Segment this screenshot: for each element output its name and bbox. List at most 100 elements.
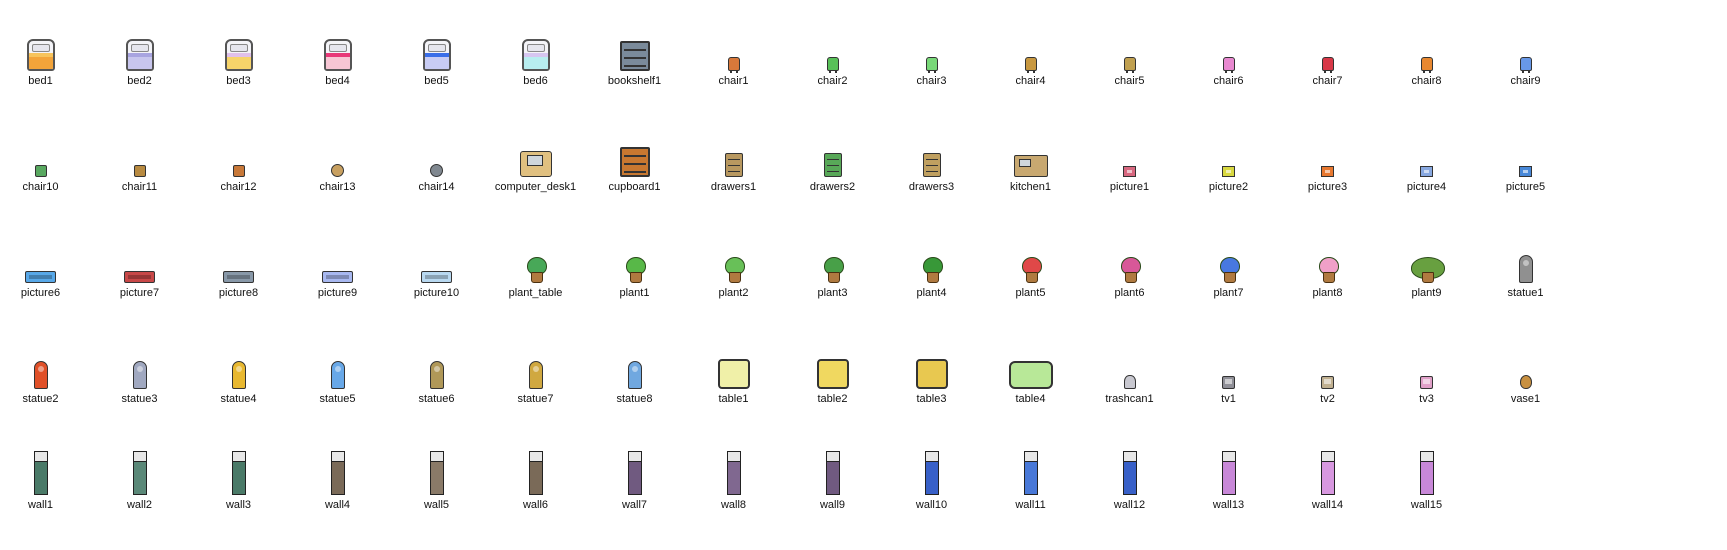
file-item[interactable]: plant8 (1273, 220, 1382, 300)
file-item[interactable]: statue5 (283, 326, 392, 406)
file-item[interactable]: plant9 (1372, 220, 1481, 300)
file-item[interactable]: computer_desk1 (481, 114, 590, 194)
file-item[interactable]: chair1 (679, 8, 788, 88)
drawers-icon (724, 153, 743, 177)
file-thumbnail (976, 333, 1085, 389)
file-item[interactable]: picture7 (85, 220, 194, 300)
file-item[interactable]: wall13 (1174, 432, 1283, 512)
file-item[interactable]: bed1 (0, 8, 95, 88)
file-item[interactable]: chair13 (283, 114, 392, 194)
file-thumbnail (976, 439, 1085, 495)
file-item[interactable]: chair8 (1372, 8, 1481, 88)
file-item[interactable]: picture9 (283, 220, 392, 300)
file-item[interactable]: drawers1 (679, 114, 788, 194)
file-item[interactable]: kitchen1 (976, 114, 1085, 194)
file-item[interactable]: table2 (778, 326, 887, 406)
file-item[interactable]: plant4 (877, 220, 986, 300)
file-item[interactable]: plant2 (679, 220, 788, 300)
file-item[interactable]: drawers2 (778, 114, 887, 194)
file-item[interactable]: chair9 (1471, 8, 1580, 88)
file-item[interactable]: wall3 (184, 432, 293, 512)
file-item[interactable]: cupboard1 (580, 114, 689, 194)
file-name-label: chair5 (1114, 75, 1145, 87)
file-item[interactable]: wall8 (679, 432, 788, 512)
file-item[interactable]: chair7 (1273, 8, 1382, 88)
file-item[interactable]: table1 (679, 326, 788, 406)
file-item[interactable]: wall4 (283, 432, 392, 512)
file-item[interactable]: picture1 (1075, 114, 1184, 194)
file-item[interactable]: chair10 (0, 114, 95, 194)
file-thumbnail (580, 121, 689, 177)
potted-plant-icon (724, 257, 745, 283)
file-thumbnail (877, 121, 986, 177)
file-item[interactable]: table3 (877, 326, 986, 406)
file-item[interactable]: wall6 (481, 432, 590, 512)
file-item[interactable]: picture6 (0, 220, 95, 300)
file-name-label: wall7 (621, 499, 648, 511)
file-item[interactable]: trashcan1 (1075, 326, 1184, 406)
file-item[interactable]: plant6 (1075, 220, 1184, 300)
file-item[interactable]: statue7 (481, 326, 590, 406)
file-item[interactable]: plant5 (976, 220, 1085, 300)
file-item[interactable]: picture8 (184, 220, 293, 300)
file-item[interactable]: bed5 (382, 8, 491, 88)
file-thumbnail (1174, 227, 1283, 283)
file-item[interactable]: bookshelf1 (580, 8, 689, 88)
file-name-label: plant5 (1015, 287, 1046, 299)
file-item[interactable]: picture5 (1471, 114, 1580, 194)
file-name-label: chair3 (916, 75, 947, 87)
file-item[interactable]: bed3 (184, 8, 293, 88)
file-name-label: statue7 (517, 393, 554, 405)
wall-tile-icon (726, 451, 741, 495)
file-item[interactable]: wall11 (976, 432, 1085, 512)
file-item[interactable]: drawers3 (877, 114, 986, 194)
file-item[interactable]: wall14 (1273, 432, 1382, 512)
file-item[interactable]: wall1 (0, 432, 95, 512)
file-item[interactable]: chair4 (976, 8, 1085, 88)
file-thumbnail (580, 15, 689, 71)
file-item[interactable]: statue3 (85, 326, 194, 406)
file-item[interactable]: plant3 (778, 220, 887, 300)
file-item[interactable]: statue4 (184, 326, 293, 406)
file-item[interactable]: plant7 (1174, 220, 1283, 300)
file-item[interactable]: table4 (976, 326, 1085, 406)
file-item[interactable]: wall12 (1075, 432, 1184, 512)
file-name-label: wall15 (1410, 499, 1443, 511)
file-item[interactable]: wall2 (85, 432, 194, 512)
file-item[interactable]: picture4 (1372, 114, 1481, 194)
file-item[interactable]: picture10 (382, 220, 491, 300)
file-item[interactable]: plant_table (481, 220, 590, 300)
file-thumbnail (1174, 121, 1283, 177)
file-item[interactable]: wall9 (778, 432, 887, 512)
file-thumbnail (85, 121, 194, 177)
file-item[interactable]: statue1 (1471, 220, 1580, 300)
file-item[interactable]: bed6 (481, 8, 590, 88)
file-item[interactable]: chair11 (85, 114, 194, 194)
file-item[interactable]: tv2 (1273, 326, 1382, 406)
file-item[interactable]: chair2 (778, 8, 887, 88)
statue-icon (528, 361, 543, 389)
file-item[interactable]: picture2 (1174, 114, 1283, 194)
file-item[interactable]: statue8 (580, 326, 689, 406)
file-item[interactable]: bed4 (283, 8, 392, 88)
file-name-label: chair11 (121, 181, 158, 193)
file-thumbnail (1471, 333, 1580, 389)
file-item[interactable]: vase1 (1471, 326, 1580, 406)
file-item[interactable]: chair14 (382, 114, 491, 194)
file-item[interactable]: picture3 (1273, 114, 1382, 194)
file-item[interactable]: wall7 (580, 432, 689, 512)
file-item[interactable]: tv3 (1372, 326, 1481, 406)
file-item[interactable]: bed2 (85, 8, 194, 88)
file-item[interactable]: wall10 (877, 432, 986, 512)
file-item[interactable]: wall5 (382, 432, 491, 512)
file-item[interactable]: chair12 (184, 114, 293, 194)
file-item[interactable]: chair6 (1174, 8, 1283, 88)
file-item[interactable]: statue6 (382, 326, 491, 406)
file-item[interactable]: plant1 (580, 220, 689, 300)
file-item[interactable]: chair3 (877, 8, 986, 88)
file-item[interactable]: tv1 (1174, 326, 1283, 406)
file-name-label: picture2 (1208, 181, 1249, 193)
file-item[interactable]: statue2 (0, 326, 95, 406)
file-item[interactable]: chair5 (1075, 8, 1184, 88)
file-item[interactable]: wall15 (1372, 432, 1481, 512)
